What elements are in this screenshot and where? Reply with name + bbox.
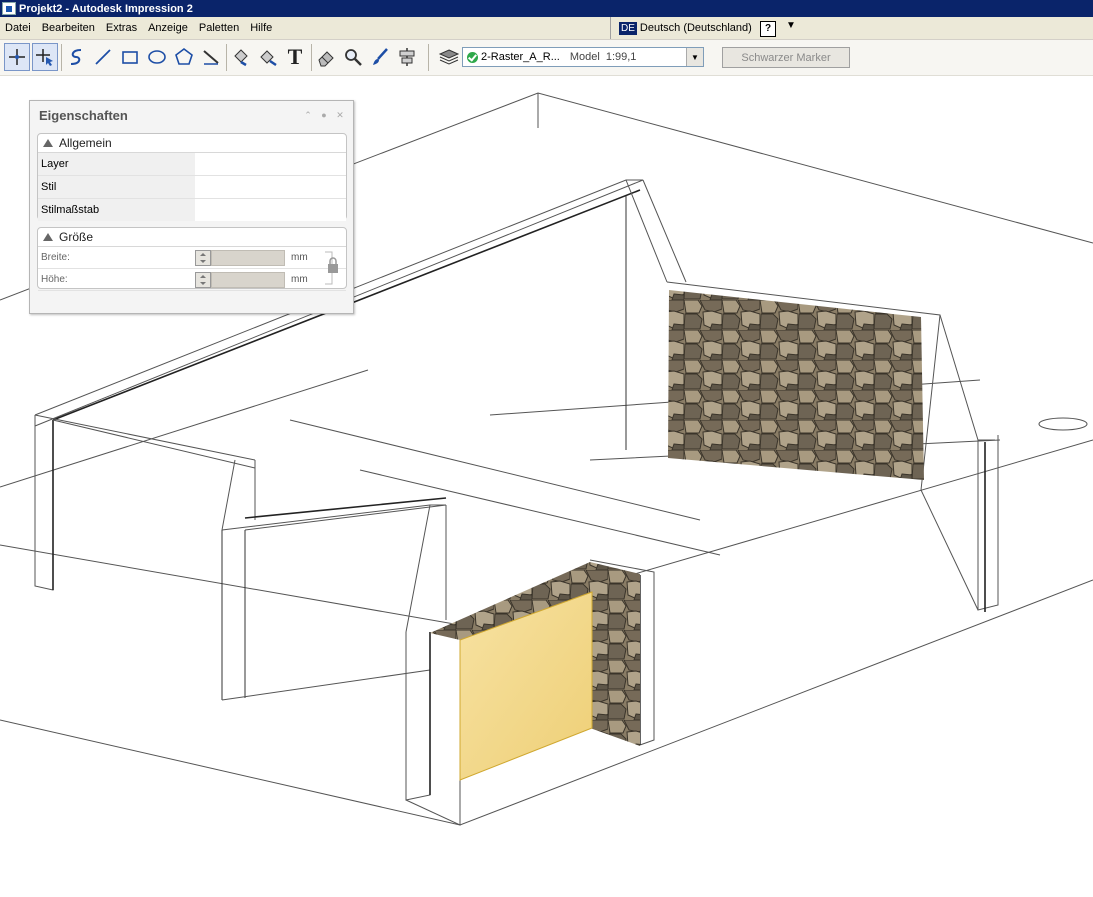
width-spinner[interactable] [195, 249, 211, 266]
fill-edit-icon[interactable] [255, 43, 281, 71]
language-selector[interactable]: DE Deutsch (Deutschland) [610, 17, 752, 39]
stone-texture-wall-front-side[interactable] [590, 562, 640, 746]
stone-texture-wall-back[interactable] [668, 290, 924, 480]
text-tool-glyph: T [287, 44, 303, 69]
layer-name: 2-Raster_A_R... [481, 51, 560, 63]
text-icon[interactable]: T [282, 43, 308, 71]
rectangle-icon[interactable] [117, 43, 143, 71]
menu-hilfe[interactable]: Hilfe [245, 22, 278, 34]
title-bar: Projekt2 - Autodesk Impression 2 [0, 0, 1093, 17]
menu-anzeige[interactable]: Anzeige [143, 22, 194, 34]
width-row: Breite: mm [38, 247, 346, 269]
help-button[interactable]: ? [760, 21, 776, 37]
menu-bearbeiten[interactable]: Bearbeiten [37, 22, 101, 34]
size-section-header[interactable]: Größe [38, 228, 346, 247]
close-icon[interactable]: ✕ [335, 110, 345, 120]
align-icon[interactable] [394, 43, 420, 71]
app-icon [2, 2, 16, 15]
menu-paletten[interactable]: Paletten [194, 22, 245, 34]
prop-value-stil[interactable] [195, 176, 346, 198]
line-icon[interactable] [90, 43, 116, 71]
general-section-header[interactable]: Allgemein [38, 134, 346, 153]
toolbar: T 2-Raster_A_R... Model 1:99,1 ▼ Schwarz… [0, 40, 1093, 76]
menu-options-icon[interactable]: ▼ [786, 20, 796, 31]
height-row: Höhe: mm [38, 269, 346, 291]
layers-icon[interactable] [436, 43, 462, 71]
height-label: Höhe: [41, 274, 68, 285]
general-section: Allgemein Layer Stil Stilmaßstab [37, 133, 347, 221]
dropdown-arrow-icon[interactable]: ▼ [686, 48, 703, 66]
layer-scale: 1:99,1 [605, 51, 637, 63]
panel-title: Eigenschaften [39, 108, 128, 123]
zoom-icon[interactable] [340, 43, 366, 71]
select-pointer-icon[interactable] [4, 43, 30, 71]
prop-value-stilmassstab[interactable] [195, 199, 346, 221]
aspect-lock-icon[interactable] [324, 248, 340, 288]
curve-icon[interactable] [63, 43, 89, 71]
prop-label: Stilmaßstab [38, 199, 195, 221]
layer-visible-icon [467, 51, 478, 63]
collapse-icon[interactable]: ⌃ [303, 110, 313, 120]
prop-row-layer: Layer [38, 153, 346, 176]
size-header-label: Größe [59, 230, 94, 244]
polygon-icon[interactable] [171, 43, 197, 71]
fill-icon[interactable] [228, 43, 254, 71]
menu-extras[interactable]: Extras [101, 22, 143, 34]
menu-bar: Datei Bearbeiten Extras Anzeige Paletten… [0, 17, 1093, 40]
properties-panel: Eigenschaften ⌃ ● ✕ Allgemein Layer Stil… [29, 100, 354, 314]
width-label: Breite: [41, 252, 70, 263]
help-icon[interactable]: ● [319, 110, 329, 120]
eraser-icon[interactable] [313, 43, 339, 71]
size-section: Größe Breite: mm Höhe: mm [37, 227, 347, 291]
width-unit: mm [291, 252, 308, 263]
layer-model: Model [569, 51, 600, 63]
ellipse-icon[interactable] [144, 43, 170, 71]
expand-triangle-icon [43, 139, 53, 147]
prop-label: Stil [38, 176, 195, 198]
height-spinner[interactable] [195, 271, 211, 288]
height-unit: mm [291, 274, 308, 285]
layer-dropdown[interactable]: 2-Raster_A_R... Model 1:99,1 ▼ [462, 47, 704, 67]
menu-datei[interactable]: Datei [0, 22, 37, 34]
ruler-icon[interactable] [198, 43, 224, 71]
prop-row-stil: Stil [38, 176, 346, 199]
prop-row-stilmassstab: Stilmaßstab [38, 199, 346, 221]
prop-label: Layer [38, 153, 195, 175]
select-edit-icon[interactable] [32, 43, 58, 71]
window-title: Projekt2 - Autodesk Impression 2 [19, 2, 193, 15]
general-header-label: Allgemein [59, 136, 112, 150]
height-input[interactable] [211, 271, 285, 288]
marker-button[interactable]: Schwarzer Marker [722, 47, 850, 68]
language-flag: DE [619, 21, 637, 35]
prop-value-layer[interactable] [195, 153, 346, 175]
brush-icon[interactable] [367, 43, 393, 71]
language-label: Deutsch (Deutschland) [639, 22, 752, 34]
width-input[interactable] [211, 249, 285, 266]
expand-triangle-icon [43, 233, 53, 241]
